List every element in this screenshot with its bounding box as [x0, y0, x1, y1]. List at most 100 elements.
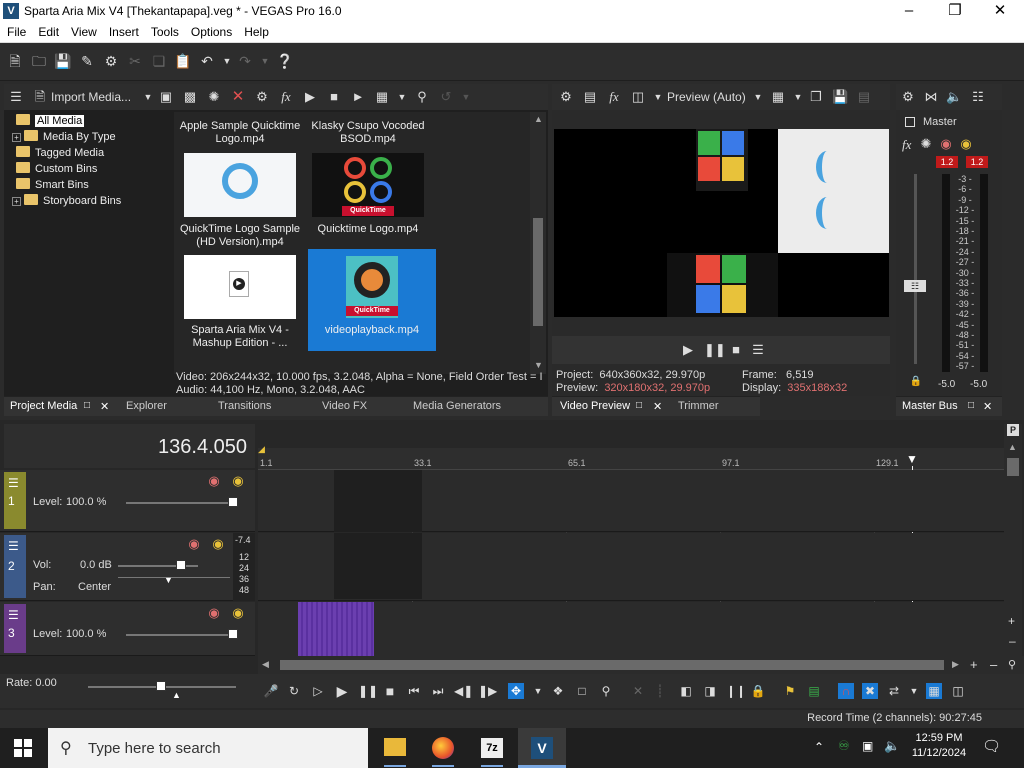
snapping-magnet-icon[interactable]: ∩ [838, 683, 854, 699]
save-snapshot-icon[interactable]: 💾 [832, 89, 848, 105]
media-thumb-sparta[interactable]: ▶ [184, 255, 296, 319]
zoom-in-icon[interactable]: + [1008, 614, 1015, 628]
taskbar-search[interactable]: ⚲ Type here to search [48, 728, 368, 768]
settings-gear-icon[interactable]: ⚙ [102, 52, 120, 70]
fx-icon[interactable]: fx [278, 89, 294, 105]
timeline-hscroll[interactable]: ◀ ▶ + – ⚲ [258, 656, 1024, 674]
h-zoom-out-icon[interactable]: – [990, 657, 997, 672]
properties-gear-icon[interactable]: ⚙ [254, 89, 270, 105]
region-icon[interactable]: ▤ [806, 683, 822, 699]
media-fx-icon[interactable]: ✺ [206, 89, 222, 105]
media-thumb-quicktime-hd[interactable] [184, 153, 296, 217]
ignore-grouping-icon[interactable]: ◫ [950, 683, 966, 699]
hscroll-thumb[interactable] [280, 660, 944, 670]
solo-icon[interactable]: ◉ [958, 136, 974, 152]
tab-undock-icon[interactable]: □ [968, 400, 974, 411]
minimize-button[interactable]: – [886, 0, 932, 23]
master-downmix-icon[interactable]: ⋈ [923, 89, 939, 105]
previous-frame-icon[interactable]: ◀❚ [454, 683, 473, 699]
track-menu-icon[interactable]: ☰ [8, 539, 19, 553]
scroll-thumb[interactable] [533, 218, 543, 326]
tab-close-icon[interactable]: ✕ [100, 400, 109, 413]
track-header-3[interactable]: ☰ 3 ◉ ◉ Level: 100.0 % [0, 602, 255, 656]
remove-media-icon[interactable]: ✕ [230, 89, 246, 105]
tree-item-custom-bins[interactable]: Custom Bins [16, 162, 97, 178]
track-header-2[interactable]: ☰ 2 ◉ ◉ Vol: 0.0 dB Pan: Center ▼ -7.4 1… [0, 533, 255, 601]
get-media-icon[interactable]: ▩ [182, 89, 198, 105]
edit-tool-dropdown-icon[interactable]: ▼ [530, 683, 546, 699]
rate-knob[interactable] [156, 681, 166, 691]
tab-explorer[interactable]: Explorer [126, 400, 167, 412]
track-menu-icon[interactable]: ☰ [8, 476, 19, 490]
play-from-start-icon[interactable]: ▷ [310, 683, 326, 699]
track-solo-icon[interactable]: ◉ [230, 473, 246, 489]
expand-icon[interactable]: + [12, 197, 21, 206]
master-speaker-icon[interactable]: 🔈 [946, 89, 962, 105]
copy-snapshot-icon[interactable]: ❐ [808, 89, 824, 105]
menu-help[interactable]: Help [237, 23, 274, 39]
loop-playback-icon[interactable]: ↻ [286, 683, 302, 699]
mute-icon[interactable]: ◉ [938, 136, 954, 152]
capture-icon[interactable]: ▣ [158, 89, 174, 105]
scroll-thumb[interactable] [1007, 458, 1019, 476]
go-to-start-icon[interactable]: ⏮ [406, 683, 422, 699]
firefox-icon[interactable] [432, 737, 454, 759]
timeline-vscroll[interactable]: P ▲ + – [1004, 424, 1022, 656]
refresh-icon[interactable]: ↺ [438, 89, 454, 105]
tab-trimmer[interactable]: Trimmer [678, 400, 719, 412]
file-explorer-icon[interactable] [384, 738, 406, 756]
track-level-knob[interactable] [228, 629, 238, 639]
paste-icon[interactable]: 📋 [174, 52, 192, 70]
undo-icon[interactable]: ↶ [198, 52, 216, 70]
notifications-icon[interactable]: 🗨 [982, 737, 1001, 755]
refresh-dropdown-icon[interactable]: ▼ [458, 89, 474, 105]
tree-item-storyboard-bins[interactable]: + Storyboard Bins [12, 194, 121, 210]
tab-close-icon[interactable]: ✕ [983, 400, 992, 413]
media-item-caption[interactable]: Apple Sample Quicktime Logo.mp4 [176, 120, 304, 146]
cut-icon[interactable]: ✂ [126, 52, 144, 70]
menu-tools[interactable]: Tools [144, 23, 184, 39]
overlays-grid-icon[interactable]: ▦ [770, 89, 786, 105]
menu-insert[interactable]: Insert [102, 23, 144, 39]
preview-pause-icon[interactable]: ❚❚ [704, 342, 726, 358]
preview-quality-select[interactable]: Preview (Auto) [667, 90, 746, 104]
copy-icon[interactable]: ❏ [150, 52, 168, 70]
menu-options[interactable]: Options [184, 23, 237, 39]
auto-preview-icon[interactable]: ► [350, 89, 366, 105]
track-3-color-strip[interactable]: ☰ 3 [4, 604, 26, 653]
views-icon[interactable]: ▦ [374, 89, 390, 105]
marker-icon[interactable]: ⚑ [782, 683, 798, 699]
volume-icon[interactable]: 🔈 [884, 738, 900, 754]
scroll-left-icon[interactable]: ◀ [262, 659, 269, 670]
loop-marker-icon[interactable]: ◢ [258, 444, 265, 455]
lock-event-icon[interactable]: 🔒 [750, 683, 766, 699]
lock-icon[interactable]: 🔒 [908, 374, 924, 390]
h-zoom-in-icon[interactable]: + [970, 657, 978, 672]
views-dropdown-icon[interactable]: ▼ [394, 89, 410, 105]
play-media-icon[interactable]: ▶ [302, 89, 318, 105]
next-frame-icon[interactable]: ❚▶ [478, 683, 497, 699]
import-dropdown-icon[interactable]: ▼ [140, 89, 156, 105]
pause-icon[interactable]: ❚❚ [358, 683, 378, 699]
master-properties-icon[interactable]: ⚙ [900, 89, 916, 105]
time-display[interactable]: 136.4.050 [158, 436, 247, 459]
playhead-marker-icon[interactable]: ▼ [906, 452, 918, 466]
track-header-1[interactable]: ☰ 1 ◉ ◉ Level: 100.0 % [0, 470, 255, 532]
envelope-tool-icon[interactable]: ❖ [550, 683, 566, 699]
master-fader-track[interactable] [914, 174, 917, 364]
menu-file[interactable]: File [0, 23, 31, 39]
quality-dropdown-icon[interactable]: ▼ [750, 89, 766, 105]
media-views-icon[interactable]: ☰ [8, 89, 24, 105]
tree-item-all-media[interactable]: All Media [16, 114, 85, 130]
media-item-selected[interactable]: QuickTime videoplayback.mp4 [308, 249, 436, 351]
lock-envelopes-icon[interactable]: ▦ [926, 683, 942, 699]
media-item-caption[interactable]: Quicktime Logo.mp4 [304, 223, 432, 236]
tab-master-bus[interactable]: Master Bus [902, 400, 958, 412]
overlays-dropdown-icon[interactable]: ▼ [790, 89, 806, 105]
undo-dropdown-icon[interactable]: ▼ [218, 52, 236, 70]
whats-this-help-icon[interactable]: ❔ [276, 52, 294, 70]
media-scrollbar[interactable]: ▲ ▼ [530, 112, 546, 374]
snap-icon[interactable]: P [1007, 424, 1019, 436]
go-to-end-icon[interactable]: ⏭ [430, 683, 446, 699]
track-level-slider[interactable] [126, 634, 238, 636]
